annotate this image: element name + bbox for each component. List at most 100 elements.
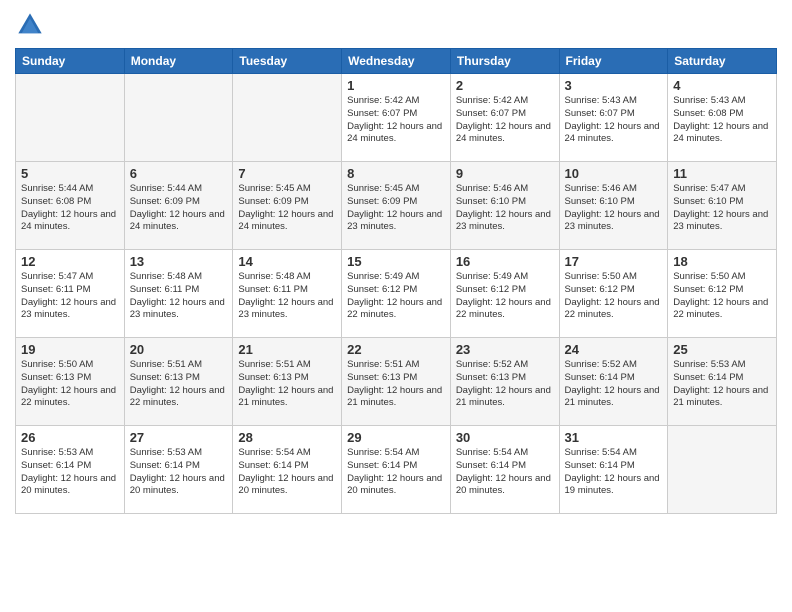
calendar-cell — [16, 74, 125, 162]
calendar-cell: 23 Sunrise: 5:52 AM Sunset: 6:13 PM Dayli… — [450, 338, 559, 426]
calendar-cell: 25 Sunrise: 5:53 AM Sunset: 6:14 PM Dayli… — [668, 338, 777, 426]
calendar-cell: 7 Sunrise: 5:45 AM Sunset: 6:09 PM Daylig… — [233, 162, 342, 250]
day-number: 5 — [21, 166, 119, 181]
calendar-cell: 30Sunrise: 5:54 AM Sunset: 6:14 PM Dayli… — [450, 426, 559, 514]
calendar-cell: 20 Sunrise: 5:51 AM Sunset: 6:13 PM Dayli… — [124, 338, 233, 426]
day-number: 1 — [347, 78, 445, 93]
day-info: Sunrise: 5:53 AM Sunset: 6:14 PM Dayligh… — [673, 359, 771, 410]
day-number: 21 — [238, 342, 336, 357]
day-info: Sunrise: 5:52 AM Sunset: 6:13 PM Dayligh… — [456, 359, 554, 410]
day-info: Sunrise: 5:43 AM Sunset: 6:08 PM Dayligh… — [673, 95, 771, 146]
calendar-cell: 19 Sunrise: 5:50 AM Sunset: 6:13 PM Dayli… — [16, 338, 125, 426]
day-number: 18 — [673, 254, 771, 269]
calendar-cell — [124, 74, 233, 162]
day-info: Sunrise: 5:48 AM Sunset: 6:11 PM Dayligh… — [238, 271, 336, 322]
calendar-table: SundayMondayTuesdayWednesdayThursdayFrid… — [15, 48, 777, 514]
calendar-cell: 28 Sunrise: 5:54 AM Sunset: 6:14 PM Dayli… — [233, 426, 342, 514]
weekday-header: Sunday — [16, 49, 125, 74]
day-number: 10 — [565, 166, 663, 181]
day-number: 12 — [21, 254, 119, 269]
calendar-cell: 6 Sunrise: 5:44 AM Sunset: 6:09 PM Daylig… — [124, 162, 233, 250]
calendar-cell: 9 Sunrise: 5:46 AM Sunset: 6:10 PM Daylig… — [450, 162, 559, 250]
calendar-cell: 14 Sunrise: 5:48 AM Sunset: 6:11 PM Dayli… — [233, 250, 342, 338]
day-info: Sunrise: 5:51 AM Sunset: 6:13 PM Dayligh… — [347, 359, 445, 410]
calendar-cell: 3 Sunrise: 5:43 AM Sunset: 6:07 PM Daylig… — [559, 74, 668, 162]
day-info: Sunrise: 5:50 AM Sunset: 6:12 PM Dayligh… — [673, 271, 771, 322]
calendar-cell: 15Sunrise: 5:49 AM Sunset: 6:12 PM Dayli… — [342, 250, 451, 338]
calendar-cell: 4 Sunrise: 5:43 AM Sunset: 6:08 PM Daylig… — [668, 74, 777, 162]
calendar-cell: 27Sunrise: 5:53 AM Sunset: 6:14 PM Dayli… — [124, 426, 233, 514]
day-number: 23 — [456, 342, 554, 357]
calendar-cell: 31 Sunrise: 5:54 AM Sunset: 6:14 PM Dayli… — [559, 426, 668, 514]
day-number: 20 — [130, 342, 228, 357]
calendar-cell: 2 Sunrise: 5:42 AM Sunset: 6:07 PM Daylig… — [450, 74, 559, 162]
weekday-header: Thursday — [450, 49, 559, 74]
calendar-cell: 18 Sunrise: 5:50 AM Sunset: 6:12 PM Dayli… — [668, 250, 777, 338]
day-info: Sunrise: 5:46 AM Sunset: 6:10 PM Dayligh… — [565, 183, 663, 234]
weekday-header: Tuesday — [233, 49, 342, 74]
calendar-cell: 17 Sunrise: 5:50 AM Sunset: 6:12 PM Dayli… — [559, 250, 668, 338]
day-info: Sunrise: 5:42 AM Sunset: 6:07 PM Dayligh… — [456, 95, 554, 146]
day-number: 2 — [456, 78, 554, 93]
calendar-cell: 8Sunrise: 5:45 AM Sunset: 6:09 PM Daylig… — [342, 162, 451, 250]
weekday-header: Wednesday — [342, 49, 451, 74]
day-number: 14 — [238, 254, 336, 269]
day-number: 9 — [456, 166, 554, 181]
weekday-header: Friday — [559, 49, 668, 74]
day-info: Sunrise: 5:42 AM Sunset: 6:07 PM Dayligh… — [347, 95, 445, 146]
day-info: Sunrise: 5:45 AM Sunset: 6:09 PM Dayligh… — [238, 183, 336, 234]
day-info: Sunrise: 5:50 AM Sunset: 6:12 PM Dayligh… — [565, 271, 663, 322]
day-number: 26 — [21, 430, 119, 445]
day-info: Sunrise: 5:49 AM Sunset: 6:12 PM Dayligh… — [347, 271, 445, 322]
day-number: 31 — [565, 430, 663, 445]
day-number: 3 — [565, 78, 663, 93]
weekday-header-row: SundayMondayTuesdayWednesdayThursdayFrid… — [16, 49, 777, 74]
calendar-cell — [668, 426, 777, 514]
day-number: 19 — [21, 342, 119, 357]
week-row: 5 Sunrise: 5:44 AM Sunset: 6:08 PM Daylig… — [16, 162, 777, 250]
calendar-cell: 13Sunrise: 5:48 AM Sunset: 6:11 PM Dayli… — [124, 250, 233, 338]
day-info: Sunrise: 5:53 AM Sunset: 6:14 PM Dayligh… — [21, 447, 119, 498]
day-number: 29 — [347, 430, 445, 445]
day-number: 28 — [238, 430, 336, 445]
week-row: 26 Sunrise: 5:53 AM Sunset: 6:14 PM Dayli… — [16, 426, 777, 514]
week-row: 19 Sunrise: 5:50 AM Sunset: 6:13 PM Dayli… — [16, 338, 777, 426]
day-info: Sunrise: 5:47 AM Sunset: 6:10 PM Dayligh… — [673, 183, 771, 234]
day-number: 17 — [565, 254, 663, 269]
day-number: 16 — [456, 254, 554, 269]
logo — [15, 10, 49, 40]
day-number: 13 — [130, 254, 228, 269]
day-number: 22 — [347, 342, 445, 357]
day-info: Sunrise: 5:54 AM Sunset: 6:14 PM Dayligh… — [238, 447, 336, 498]
day-number: 4 — [673, 78, 771, 93]
day-info: Sunrise: 5:46 AM Sunset: 6:10 PM Dayligh… — [456, 183, 554, 234]
day-info: Sunrise: 5:54 AM Sunset: 6:14 PM Dayligh… — [347, 447, 445, 498]
day-info: Sunrise: 5:49 AM Sunset: 6:12 PM Dayligh… — [456, 271, 554, 322]
weekday-header: Saturday — [668, 49, 777, 74]
day-number: 7 — [238, 166, 336, 181]
day-number: 6 — [130, 166, 228, 181]
day-info: Sunrise: 5:54 AM Sunset: 6:14 PM Dayligh… — [565, 447, 663, 498]
calendar-cell — [233, 74, 342, 162]
day-number: 24 — [565, 342, 663, 357]
weekday-header: Monday — [124, 49, 233, 74]
calendar-cell: 11 Sunrise: 5:47 AM Sunset: 6:10 PM Dayli… — [668, 162, 777, 250]
day-info: Sunrise: 5:44 AM Sunset: 6:09 PM Dayligh… — [130, 183, 228, 234]
calendar-cell: 21 Sunrise: 5:51 AM Sunset: 6:13 PM Dayli… — [233, 338, 342, 426]
day-number: 25 — [673, 342, 771, 357]
day-info: Sunrise: 5:47 AM Sunset: 6:11 PM Dayligh… — [21, 271, 119, 322]
day-info: Sunrise: 5:43 AM Sunset: 6:07 PM Dayligh… — [565, 95, 663, 146]
day-info: Sunrise: 5:51 AM Sunset: 6:13 PM Dayligh… — [130, 359, 228, 410]
day-info: Sunrise: 5:53 AM Sunset: 6:14 PM Dayligh… — [130, 447, 228, 498]
day-info: Sunrise: 5:44 AM Sunset: 6:08 PM Dayligh… — [21, 183, 119, 234]
calendar-cell: 24 Sunrise: 5:52 AM Sunset: 6:14 PM Dayli… — [559, 338, 668, 426]
day-info: Sunrise: 5:50 AM Sunset: 6:13 PM Dayligh… — [21, 359, 119, 410]
day-info: Sunrise: 5:52 AM Sunset: 6:14 PM Dayligh… — [565, 359, 663, 410]
calendar-cell: 29 Sunrise: 5:54 AM Sunset: 6:14 PM Dayli… — [342, 426, 451, 514]
week-row: 1 Sunrise: 5:42 AM Sunset: 6:07 PM Daylig… — [16, 74, 777, 162]
day-number: 8 — [347, 166, 445, 181]
header — [15, 10, 777, 40]
day-number: 11 — [673, 166, 771, 181]
day-info: Sunrise: 5:51 AM Sunset: 6:13 PM Dayligh… — [238, 359, 336, 410]
calendar-cell: 16 Sunrise: 5:49 AM Sunset: 6:12 PM Dayli… — [450, 250, 559, 338]
